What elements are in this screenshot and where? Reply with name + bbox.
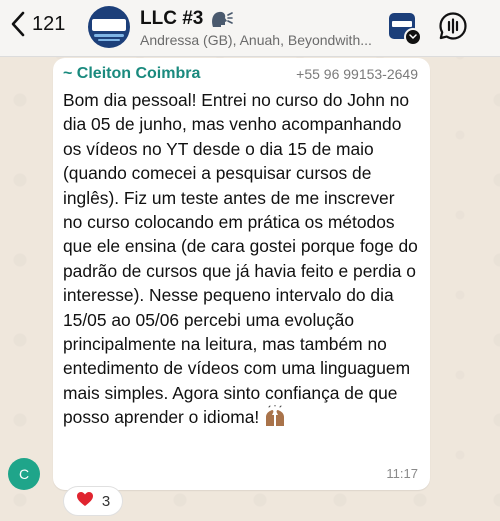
voice-chat-icon xyxy=(438,12,468,45)
unread-count: 121 xyxy=(32,12,66,35)
sender-row: ~ Cleiton Coimbra +55 96 99153-2649 xyxy=(63,63,418,85)
chevron-left-icon xyxy=(10,10,26,38)
heart-icon xyxy=(76,491,94,512)
message-bubble[interactable]: ~ Cleiton Coimbra +55 96 99153-2649 Bom … xyxy=(53,58,430,490)
speaking-head-icon xyxy=(209,9,234,29)
message-text: Bom dia pessoal! Entrei no curso do John… xyxy=(63,90,418,428)
avatar-stripe xyxy=(94,34,124,37)
language-logo-icon xyxy=(92,19,126,31)
group-avatar[interactable] xyxy=(88,6,130,48)
sender-name[interactable]: ~ Cleiton Coimbra xyxy=(63,65,200,83)
back-button[interactable]: 121 xyxy=(10,10,65,38)
sender-phone[interactable]: +55 96 99153-2649 xyxy=(296,66,418,82)
avatar-letter: C xyxy=(18,466,30,482)
reaction-count: 3 xyxy=(101,492,111,510)
chat-header: 121 LLC #3 Andressa (GB), Anuah, Beyondw… xyxy=(0,0,500,57)
chevron-down-icon[interactable] xyxy=(404,28,422,46)
language-logo-icon xyxy=(392,21,412,27)
member-list: Andressa (GB), Anuah, Beyondwith... xyxy=(140,32,372,48)
raising-hands-icon xyxy=(263,404,287,433)
group-name: LLC #3 xyxy=(140,8,204,29)
avatar-stripe xyxy=(98,39,120,41)
message-time: 11:17 xyxy=(386,466,418,481)
group-info[interactable]: LLC #3 Andressa (GB), Anuah, Beyondwith.… xyxy=(140,8,385,48)
voice-chat-button[interactable] xyxy=(438,11,468,46)
sender-avatar[interactable]: C xyxy=(8,458,40,490)
group-title-row: LLC #3 xyxy=(140,8,385,30)
message-text-block: Bom dia pessoal! Entrei no curso do John… xyxy=(63,88,418,434)
reaction-badge[interactable]: 3 xyxy=(63,486,123,516)
